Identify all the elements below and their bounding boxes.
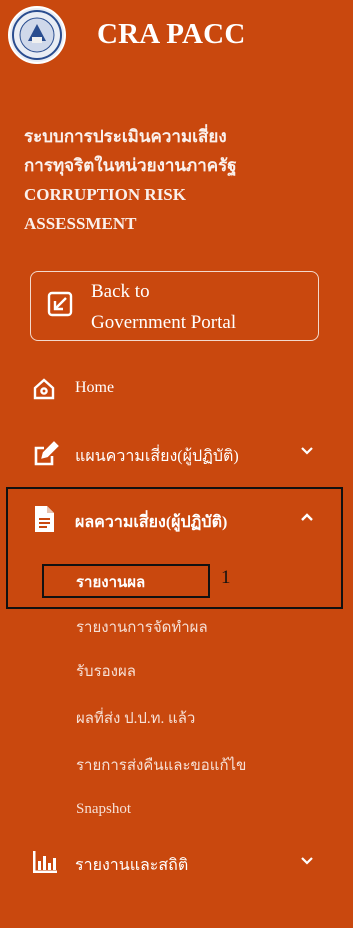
sub-item-returned-requests[interactable]: รายการส่งคืนและขอแก้ไข xyxy=(76,753,246,777)
nav-label-home: Home xyxy=(75,379,115,396)
sub-item-certify-result[interactable]: รับรองผล xyxy=(76,659,136,683)
sub-item-report-preparation[interactable]: รายงานการจัดทำผล xyxy=(76,615,208,639)
subtitle-line: ASSESSMENT xyxy=(24,214,137,233)
chevron-down-icon xyxy=(300,855,314,871)
brand-name: CRA PACC xyxy=(97,18,246,50)
nav-item-reports-stats[interactable]: รายงานและสถิติ xyxy=(0,842,353,882)
nav-label-risk-plan: แผนความเสี่ยง(ผู้ปฏิบัติ) xyxy=(75,448,239,465)
nav-label-reports-stats: รายงานและสถิติ xyxy=(75,857,189,874)
nav-item-home[interactable]: Home xyxy=(0,370,353,410)
annotation-box-inner xyxy=(42,564,210,598)
back-button-label-line2: Government Portal xyxy=(91,312,237,333)
bar-chart-icon xyxy=(32,850,58,879)
back-to-portal-button[interactable]: Back to Government Portal xyxy=(30,271,319,341)
back-arrow-icon xyxy=(45,289,75,324)
sub-item-snapshot[interactable]: Snapshot xyxy=(76,801,131,818)
chevron-down-icon xyxy=(300,445,314,461)
nav-item-risk-plan[interactable]: แผนความเสี่ยง(ผู้ปฏิบัติ) xyxy=(0,434,353,474)
sub-item-sent-results[interactable]: ผลที่ส่ง ป.ป.ท. แล้ว xyxy=(76,706,195,730)
subtitle-line: การทุจริตในหน่วยงานภาครัฐ xyxy=(24,156,237,175)
home-icon xyxy=(32,377,56,406)
subtitle-line: CORRUPTION RISK xyxy=(24,185,186,204)
subtitle-line: ระบบการประเมินความเสี่ยง xyxy=(24,127,227,146)
back-button-label-line1: Back to xyxy=(91,281,150,302)
edit-icon xyxy=(32,440,60,473)
annotation-number: 1 xyxy=(221,567,231,588)
system-subtitle: ระบบการประเมินความเสี่ยง การทุจริตในหน่ว… xyxy=(24,122,344,238)
agency-seal-logo xyxy=(8,6,66,64)
